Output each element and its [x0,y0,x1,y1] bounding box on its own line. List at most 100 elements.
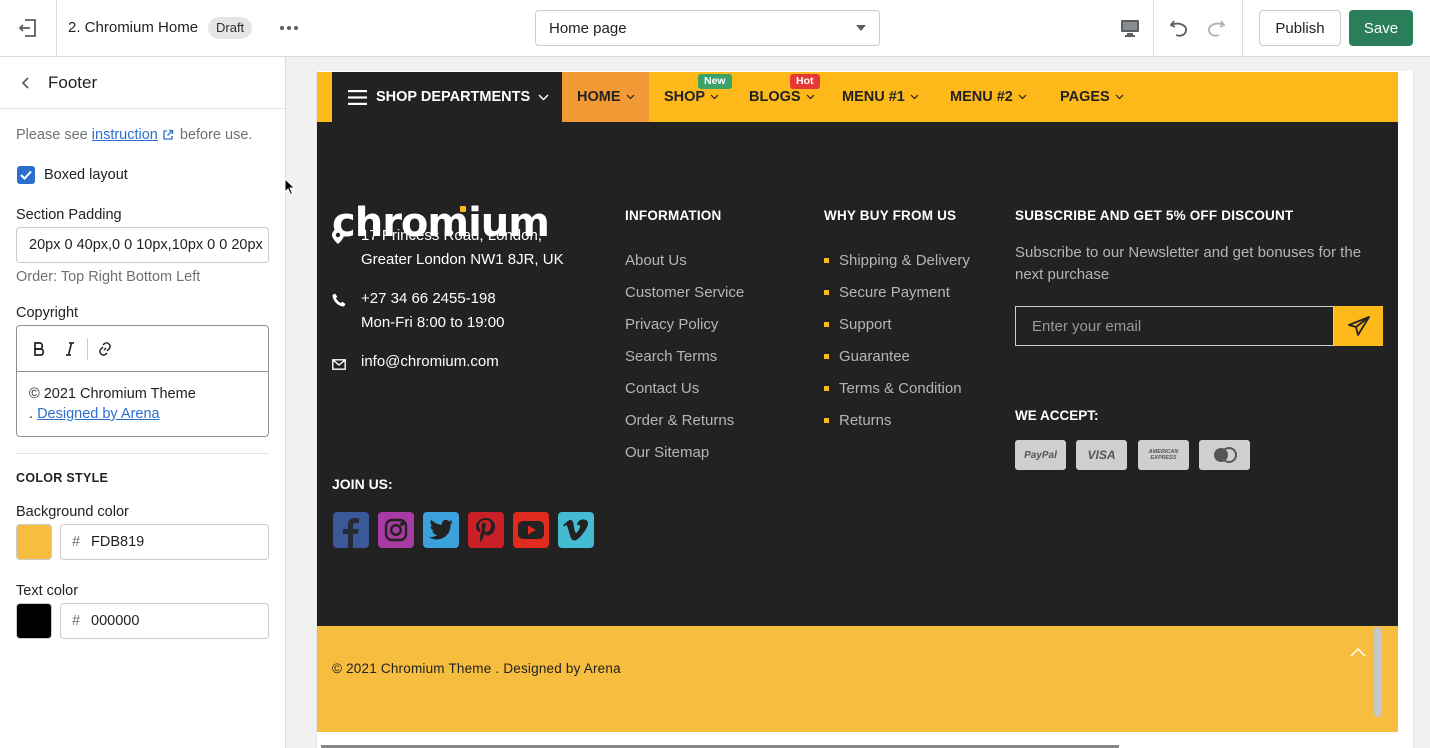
address-line-2: Greater London NW1 8JR, UK [361,251,564,268]
instruction-link[interactable]: instruction [92,127,158,143]
designed-by-link[interactable]: Designed by Arena [37,406,160,422]
nav-item-label: PAGES [1060,89,1110,105]
chevron-down-icon [910,94,919,100]
vimeo-link[interactable] [558,512,594,548]
italic-button[interactable] [58,337,82,361]
facebook-link[interactable] [333,512,369,548]
we-accept-heading: WE ACCEPT: [1015,408,1099,423]
text-color-input[interactable]: # 000000 [60,603,269,639]
more-actions-button[interactable] [274,14,304,42]
background-color-swatch[interactable] [16,524,52,560]
why-link-shipping[interactable]: Shipping & Delivery [824,252,970,269]
why-link-label: Support [839,316,892,333]
main-navigation: SHOP DEPARTMENTS HOME SHOP New BLOGS Hot… [317,72,1398,122]
info-link-privacy-policy[interactable]: Privacy Policy [625,316,718,333]
status-badge: Draft [208,17,253,39]
nav-item-home[interactable]: HOME [562,72,649,122]
preview-scrollbar[interactable] [1374,627,1382,717]
new-badge: New [698,74,732,89]
why-link-secure-payment[interactable]: Secure Payment [824,284,950,301]
section-padding-input[interactable]: 20px 0 40px,0 0 10px,10px 0 0 20px [16,227,269,263]
redo-button[interactable] [1199,12,1233,44]
boxed-layout-checkbox[interactable] [17,166,35,184]
bullet [824,386,829,391]
bullet [824,418,829,423]
instagram-icon [384,518,408,542]
preview-page: SHOP DEPARTMENTS HOME SHOP New BLOGS Hot… [316,71,1414,748]
why-link-terms[interactable]: Terms & Condition [824,380,962,397]
twitter-link[interactable] [423,512,459,548]
logo-accent [460,206,466,212]
nav-item-label: SHOP [664,89,706,105]
exit-icon [18,19,36,37]
why-link-label: Shipping & Delivery [839,252,970,269]
external-link-icon [163,130,174,140]
desktop-view-button[interactable] [1106,0,1154,56]
why-link-returns[interactable]: Returns [824,412,892,429]
info-link-about-us[interactable]: About Us [625,252,687,269]
background-color-input[interactable]: # FDB819 [60,524,269,560]
bold-button[interactable] [27,337,51,361]
amex-logo: AMERICAN EXPRESS [1138,440,1189,470]
why-link-label: Secure Payment [839,284,950,301]
visa-logo: VISA [1076,440,1127,470]
page-selector[interactable]: Home page [535,10,880,46]
bullet [824,258,829,263]
exit-editor-button[interactable] [0,0,57,56]
shop-departments-button[interactable]: SHOP DEPARTMENTS [332,72,562,122]
why-link-guarantee[interactable]: Guarantee [824,348,910,365]
bullet [824,290,829,295]
bullet [824,322,829,327]
newsletter-submit-button[interactable] [1334,306,1383,346]
theme-name: 2. Chromium Home [68,19,199,36]
paypal-logo: PayPal [1015,440,1066,470]
subscribe-description: Subscribe to our Newsletter and get bonu… [1015,244,1362,283]
nav-item-pages[interactable]: PAGES [1060,72,1124,122]
footer-copyright-bar: © 2021 Chromium Theme . Designed by Aren… [317,626,1398,732]
chevron-left-icon [21,77,29,89]
text-color-swatch[interactable] [16,603,52,639]
address-row: 17 Princess Road, London, Greater London … [332,224,564,272]
copyright-text: © 2021 Chromium Theme [29,386,196,402]
info-link-contact-us[interactable]: Contact Us [625,380,699,397]
save-button[interactable]: Save [1349,10,1413,46]
info-link-sitemap[interactable]: Our Sitemap [625,444,709,461]
hash-symbol: # [71,613,81,629]
youtube-link[interactable] [513,512,549,548]
publish-button[interactable]: Publish [1259,10,1341,46]
mastercard-icon [1213,447,1237,463]
email-address[interactable]: info@chromium.com [361,350,499,378]
paypal-text: PayPal [1024,449,1057,461]
section-padding-hint: Order: Top Right Bottom Left [16,269,201,285]
phone-number: +27 34 66 2455-198 [361,290,496,307]
undo-button[interactable] [1162,12,1196,44]
why-link-label: Returns [839,412,892,429]
newsletter-email-input[interactable]: Enter your email [1015,306,1334,346]
back-to-top-button[interactable] [1343,642,1373,662]
sidebar-header: Footer [0,57,285,109]
why-link-label: Terms & Condition [839,380,962,397]
pinterest-icon [476,518,495,542]
phone-icon [332,293,346,307]
copyright-prefix: . [29,406,38,422]
link-button[interactable] [93,337,117,361]
why-link-support[interactable]: Support [824,316,892,333]
nav-item-menu-1[interactable]: MENU #1 [842,72,919,122]
info-link-search-terms[interactable]: Search Terms [625,348,717,365]
copyright-editor-content[interactable]: © 2021 Chromium Theme . Designed by Aren… [17,372,268,436]
instagram-link[interactable] [378,512,414,548]
chevron-down-icon [538,93,549,101]
info-link-customer-service[interactable]: Customer Service [625,284,744,301]
opening-hours: Mon-Fri 8:00 to 19:00 [361,314,505,331]
info-link-order-returns[interactable]: Order & Returns [625,412,734,429]
phone-row: +27 34 66 2455-198 Mon-Fri 8:00 to 19:00 [332,287,504,335]
nav-item-label: MENU #2 [950,89,1013,105]
nav-item-menu-2[interactable]: MENU #2 [950,72,1027,122]
instruction-prefix: Please see [16,127,88,143]
nav-item-label: HOME [577,89,621,105]
back-button[interactable] [14,71,38,95]
chevron-up-icon [1350,647,1366,657]
pinterest-link[interactable] [468,512,504,548]
why-link-label: Guarantee [839,348,910,365]
facebook-icon [343,518,359,548]
